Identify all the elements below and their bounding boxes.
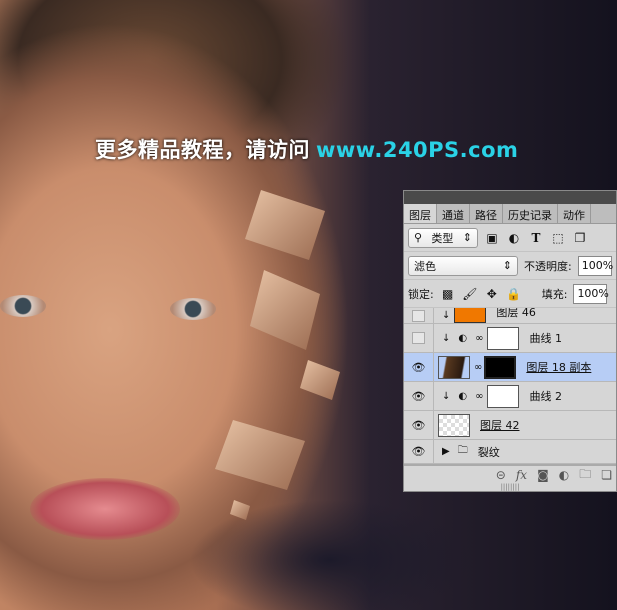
- tab-layers[interactable]: 图层: [404, 204, 437, 223]
- lock-row: 锁定: ▩ 🖌 ✥ 🔒 填充: 100%: [404, 280, 616, 308]
- layer-thumbnail: [454, 308, 487, 323]
- blend-row: 滤色 ⇕ 不透明度: 100%: [404, 252, 616, 280]
- layer-row[interactable]: ↓ 图层 46: [404, 308, 616, 324]
- lips: [30, 478, 180, 540]
- clip-arrow-icon: ↓: [442, 332, 451, 344]
- visibility-toggle[interactable]: [404, 308, 434, 323]
- layer-name: 图层 42: [480, 419, 520, 432]
- lock-brush-icon[interactable]: 🖌: [462, 287, 478, 301]
- curves-adjustment-icon: ◐: [458, 332, 468, 344]
- tab-paths[interactable]: 路径: [470, 204, 503, 223]
- fill-input[interactable]: 100%: [573, 283, 609, 304]
- link-icon: ∞: [475, 332, 484, 344]
- visibility-toggle[interactable]: [404, 324, 434, 352]
- link-icon: ∞: [475, 390, 484, 402]
- layer-name: 图层 46: [496, 308, 536, 319]
- layer-name: 曲线 1: [529, 332, 562, 345]
- layer-thumbnail: [438, 355, 470, 379]
- left-eye: [0, 295, 46, 317]
- eye-icon[interactable]: 👁: [404, 440, 434, 463]
- layer-mask-thumbnail: [487, 384, 520, 408]
- lock-all-icon[interactable]: 🔒: [506, 287, 522, 301]
- smart-object-filter-icon[interactable]: ❐: [572, 231, 588, 245]
- fill-label: 填充:: [541, 287, 568, 301]
- layer-name: 图层 18 副本: [526, 361, 592, 374]
- new-adjustment-icon[interactable]: ◐: [559, 468, 569, 482]
- blend-mode-select[interactable]: 滤色 ⇕: [408, 255, 518, 276]
- layer-row-selected[interactable]: 👁 ∞ 图层 18 副本: [404, 353, 616, 382]
- lock-label: 锁定:: [408, 287, 434, 301]
- lock-move-icon[interactable]: ✥: [484, 287, 500, 301]
- new-group-icon[interactable]: 🗀: [579, 465, 591, 486]
- filter-row: ⚲ 类型 ⇕ ▣ ◐ T ⬚ ❐: [404, 224, 616, 252]
- filter-kind-label: 类型: [431, 231, 454, 245]
- eye-icon[interactable]: 👁: [404, 382, 434, 410]
- link-icon: ∞: [474, 361, 483, 373]
- tab-channels[interactable]: 通道: [437, 204, 470, 223]
- fx-icon[interactable]: fx: [516, 468, 527, 482]
- clip-arrow-icon: ↓: [442, 390, 451, 402]
- opacity-label: 不透明度:: [524, 259, 572, 273]
- updown-icon: ⇕: [462, 231, 472, 244]
- layer-name: 裂纹: [477, 445, 500, 459]
- layer-row[interactable]: 👁 图层 42: [404, 411, 616, 440]
- image-filter-icon[interactable]: ▣: [484, 231, 500, 245]
- opacity-input[interactable]: 100%: [577, 255, 613, 276]
- lock-transparent-icon[interactable]: ▩: [440, 287, 456, 301]
- type-filter-icon[interactable]: T: [528, 231, 544, 245]
- watermark: 更多精品教程，请访问 www.240PS.com: [95, 134, 518, 164]
- tab-actions[interactable]: 动作: [558, 204, 591, 223]
- watermark-cn: 更多精品教程，请访问: [95, 138, 310, 162]
- adjustment-filter-icon[interactable]: ◐: [506, 231, 522, 245]
- updown-icon: ⇕: [502, 259, 512, 272]
- panel-bottom-bar: ⊝ fx ◙ ◐ 🗀 ❏: [404, 464, 616, 484]
- filter-kind-select[interactable]: ⚲ 类型 ⇕: [408, 227, 478, 248]
- expand-arrow-icon[interactable]: ▶: [442, 446, 450, 457]
- layer-row[interactable]: ↓ ◐ ∞ 曲线 1: [404, 324, 616, 353]
- eye-icon[interactable]: 👁: [404, 353, 434, 381]
- eye-icon[interactable]: 👁: [404, 411, 434, 439]
- blend-mode-value: 滤色: [414, 259, 436, 273]
- right-eye: [170, 298, 216, 320]
- layer-row[interactable]: 👁 ↓ ◐ ∞ 曲线 2: [404, 382, 616, 411]
- tab-history[interactable]: 历史记录: [503, 204, 558, 223]
- layer-name: 曲线 2: [529, 390, 562, 403]
- layers-panel: 图层 通道 路径 历史记录 动作 ⚲ 类型 ⇕ ▣ ◐ T ⬚ ❐ 滤色 ⇕ 不透明度…: [403, 190, 617, 492]
- layer-group-row[interactable]: 👁 ▶ 🗀 裂纹: [404, 440, 616, 464]
- folder-icon: 🗀: [457, 445, 468, 456]
- curves-adjustment-icon: ◐: [458, 390, 468, 402]
- layer-mask-thumbnail: [484, 355, 517, 379]
- link-layers-icon[interactable]: ⊝: [496, 468, 506, 482]
- add-mask-icon[interactable]: ◙: [537, 468, 549, 482]
- watermark-url: www.240PS.com: [316, 138, 519, 162]
- search-icon: ⚲: [414, 231, 423, 244]
- new-layer-icon[interactable]: ❏: [601, 468, 612, 482]
- panel-title-bar[interactable]: [404, 191, 616, 204]
- panel-tabs: 图层 通道 路径 历史记录 动作: [404, 204, 616, 224]
- clip-arrow-icon: ↓: [442, 310, 451, 321]
- layer-mask-thumbnail: [487, 326, 520, 350]
- layer-thumbnail: [438, 413, 470, 437]
- shape-filter-icon[interactable]: ⬚: [550, 231, 566, 245]
